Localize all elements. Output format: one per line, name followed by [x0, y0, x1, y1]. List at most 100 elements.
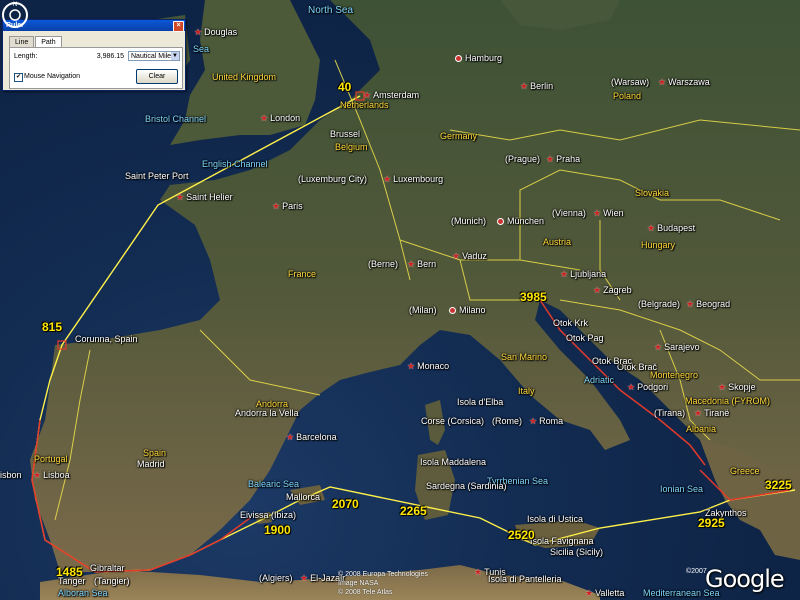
island-label-otok-pag: Otok Pag — [566, 333, 604, 343]
country-label-montenegro: Montenegro — [650, 370, 699, 380]
city-label-ljubljana: Ljubljana — [560, 269, 606, 280]
city-label-munchen: München — [497, 216, 544, 226]
route-mark-3225: 3225 — [765, 478, 792, 492]
route-mark-40: 40 — [338, 80, 352, 94]
compass-icon[interactable]: N — [0, 0, 30, 30]
city-label-milano: Milano — [449, 305, 486, 315]
country-label-greece: Greece — [730, 466, 760, 476]
route-mark-2265: 2265 — [400, 504, 427, 518]
city-label-saint-helier: Saint Helier — [176, 192, 233, 203]
country-label-portugal: Portugal — [34, 454, 68, 464]
city-label-vaduz: Vaduz — [452, 251, 487, 262]
route-mark-2520: 2520 — [508, 528, 535, 542]
country-label-uk: United Kingdom — [212, 72, 277, 82]
island-label-otok-brac-2: Otok Brac — [592, 356, 633, 366]
sea-label-ionian: Ionian Sea — [660, 484, 704, 494]
city-label-warsaw-local: (Warsaw) — [611, 77, 650, 87]
country-label-poland: Poland — [613, 91, 642, 101]
attribution-line-1: © 2008 Europa Technologies — [338, 571, 428, 578]
island-label-corse: Corse (Corsica) — [421, 416, 485, 426]
country-label-san-marino: San Marino — [501, 352, 548, 362]
city-label-rome-local: (Rome) — [492, 416, 523, 426]
city-label-milan-local: (Milan) — [409, 305, 437, 315]
island-label-eivissa: Eivissa (Ibiza) — [240, 510, 297, 520]
route-mark-2070: 2070 — [332, 497, 359, 511]
city-label-munich-local: (Munich) — [451, 216, 487, 226]
city-label-paris: Paris — [272, 201, 303, 212]
city-label-lisbon: isbon — [0, 470, 22, 480]
city-label-warszawa: Warszawa — [658, 77, 710, 88]
city-label-lisboa: Lisboa — [33, 470, 70, 481]
attribution-line-2: Image NASA — [338, 580, 379, 587]
city-label-tirana-local: (Tirana) — [654, 408, 686, 418]
city-label-bern: Bern — [407, 259, 436, 270]
units-value: Nautical Miles — [131, 53, 175, 60]
sea-label-english-channel: English Channel — [202, 159, 268, 169]
attribution: © 2008 Europa Technologies Image NASA © … — [338, 570, 428, 597]
sea-label-north-sea: North Sea — [308, 5, 354, 16]
country-label-germany: Germany — [440, 131, 478, 141]
sea-label-top: Sea — [193, 44, 210, 54]
island-label-sardegna: Sardegna (Sardinia) — [426, 481, 507, 491]
chevron-down-icon[interactable]: ▼ — [171, 52, 179, 60]
city-label-berlin: Berlin — [520, 81, 553, 92]
city-label-saint-peter-port: Saint Peter Port — [125, 171, 189, 181]
ruler-tabs: Line Path — [9, 36, 63, 48]
city-label-skopje: Skopje — [718, 382, 756, 393]
route-mark-3985: 3985 — [520, 290, 547, 304]
country-label-albania: Albania — [686, 424, 717, 434]
attribution-line-3: © 2008 Tele Atlas — [338, 589, 393, 596]
mouse-navigation-label[interactable]: Mouse Navigation — [24, 73, 80, 80]
country-label-italy: Italy — [518, 386, 535, 396]
country-label-netherlands: Netherlands — [340, 100, 389, 110]
country-label-slovakia: Slovakia — [635, 188, 670, 198]
city-label-gibraltar: Gibraltar — [90, 563, 125, 573]
copyright-label: ©2007 — [686, 568, 707, 575]
route-mark-1485: 1485 — [56, 565, 83, 579]
city-label-luxembourg: Luxembourg — [383, 174, 443, 185]
city-label-douglas: Douglas — [194, 27, 237, 38]
island-label-sicilia: Sicilia (Sicily) — [550, 547, 604, 557]
close-icon[interactable]: × — [173, 21, 184, 32]
city-label-praha: Praha — [546, 154, 580, 165]
units-select[interactable]: Nautical Miles ▼ — [128, 51, 180, 61]
city-label-vienna-local: (Vienna) — [552, 208, 586, 218]
compass-north-label: N — [13, 2, 17, 8]
city-label-prague-local: (Prague) — [505, 154, 541, 164]
city-label-amsterdam: Amsterdam — [363, 90, 419, 101]
country-label-austria: Austria — [543, 237, 572, 247]
island-label-maddalena: Isola Maddalena — [420, 457, 487, 467]
city-label-wien: Wien — [593, 208, 624, 219]
map-view[interactable]: Ruler × Line Path Length: 3,986.15 Nautic… — [0, 0, 800, 600]
island-label-ustica: Isola di Ustica — [527, 514, 584, 524]
city-label-budapest: Budapest — [647, 223, 695, 234]
route-mark-1900: 1900 — [264, 523, 291, 537]
sea-label-alboran: Alboran Sea — [58, 588, 108, 598]
island-label-pantelleria: Isola di Pantelleria — [488, 574, 562, 584]
city-label-london: London — [260, 113, 300, 124]
city-label-andorra-la-vella: Andorra la Vella — [235, 408, 299, 418]
ruler-titlebar[interactable]: Ruler × — [3, 20, 185, 32]
country-label-spain: Spain — [143, 448, 167, 458]
length-label: Length: — [14, 53, 38, 60]
city-label-beograd: Beograd — [686, 299, 730, 310]
country-label-macedonia: Macedonia (FYROM) — [685, 396, 771, 406]
city-label-zagreb: Zagreb — [593, 285, 632, 296]
city-label-podgorica: Podgori — [627, 382, 668, 393]
google-logo: Google — [705, 565, 785, 593]
country-label-hungary: Hungary — [641, 240, 676, 250]
island-label-favignana: Isola Favignana — [530, 536, 594, 546]
mouse-navigation-checkbox[interactable]: ✔ — [14, 73, 23, 82]
island-label-elba: Isola d'Elba — [457, 397, 504, 407]
island-label-otok-krk: Otok Krk — [553, 318, 589, 328]
city-label-algiers-local: (Algiers) — [259, 573, 293, 583]
city-label-berne-local: (Berne) — [368, 259, 399, 269]
city-label-barcelona: Barcelona — [286, 432, 337, 443]
city-label-hamburg: Hamburg — [455, 53, 502, 63]
country-label-belgium: Belgium — [335, 142, 368, 152]
city-label-valletta: Valletta — [585, 588, 624, 599]
island-label-mallorca: Mallorca — [286, 492, 321, 502]
clear-button[interactable]: Clear — [136, 69, 178, 84]
sea-label-balearic: Balearic Sea — [248, 479, 300, 489]
city-label-corunna: Corunna, Spain — [75, 334, 138, 344]
